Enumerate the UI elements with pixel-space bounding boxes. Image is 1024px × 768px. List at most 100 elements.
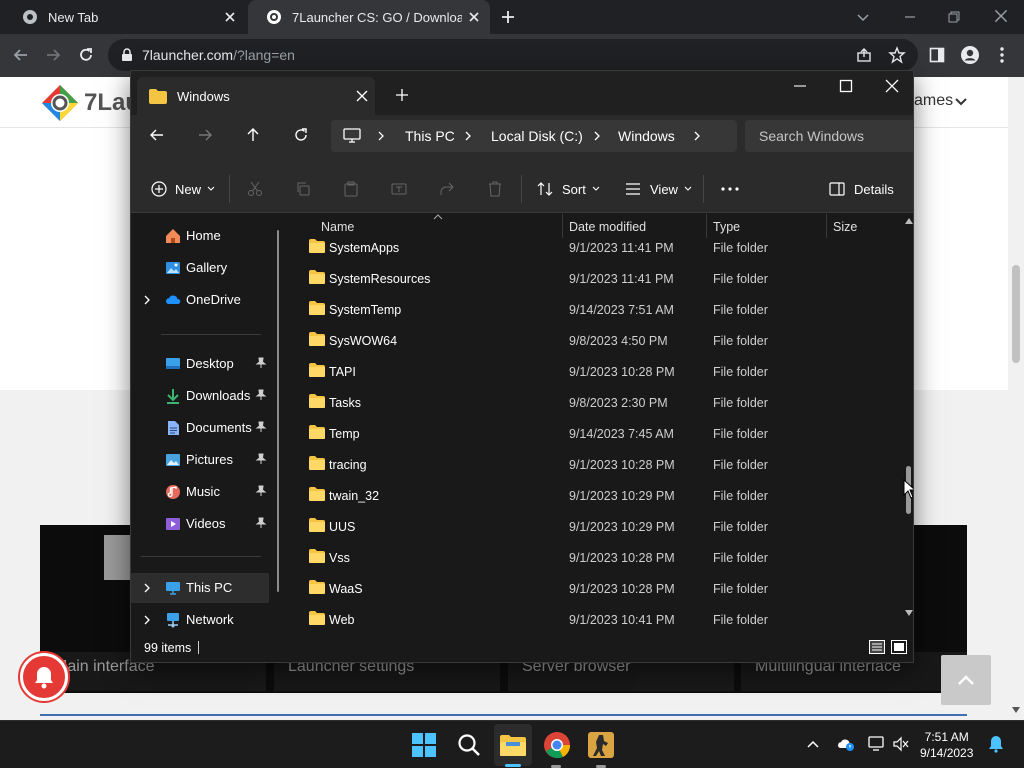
table-row[interactable]: SysWOW64 9/8/2023 4:50 PM File folder — [289, 325, 903, 356]
table-row[interactable]: WaaS 9/1/2023 10:28 PM File folder — [289, 573, 903, 604]
nav-item-pictures[interactable]: Pictures — [131, 445, 289, 475]
lock-icon[interactable] — [120, 48, 134, 62]
pin-icon[interactable] — [255, 357, 267, 369]
page-scrollbar[interactable] — [1008, 77, 1024, 720]
refresh-icon[interactable] — [293, 127, 309, 143]
site-logo-icon[interactable] — [40, 83, 80, 123]
page-scrollbar-thumb[interactable] — [1012, 265, 1020, 363]
table-row[interactable]: Tasks 9/8/2023 2:30 PM File folder — [289, 387, 903, 418]
chrome-menu-icon[interactable] — [996, 46, 1008, 64]
delete-icon[interactable] — [487, 181, 503, 197]
nav-item-videos[interactable]: Videos — [131, 509, 289, 539]
reload-icon[interactable] — [77, 46, 95, 64]
chevron-right-icon[interactable] — [693, 131, 701, 141]
breadcrumb-this-pc[interactable]: This PC — [405, 128, 455, 144]
file-list-scrollbar[interactable] — [903, 214, 913, 629]
search-icon[interactable] — [454, 730, 484, 760]
nav-item-gallery[interactable]: Gallery — [131, 253, 289, 283]
forward-arrow-icon[interactable] — [197, 127, 213, 143]
table-row[interactable]: SystemApps 9/1/2023 11:41 PM File folder — [289, 232, 903, 263]
nav-scrollbar[interactable] — [277, 230, 279, 592]
chevron-up-icon[interactable] — [806, 739, 820, 749]
restore-icon[interactable] — [946, 9, 962, 25]
rename-icon[interactable] — [391, 181, 407, 197]
pin-icon[interactable] — [255, 453, 267, 465]
chevron-right-icon[interactable] — [377, 131, 385, 141]
view-button[interactable]: View — [625, 165, 692, 213]
table-row[interactable]: Temp 9/14/2023 7:45 AM File folder — [289, 418, 903, 449]
close-tab-icon[interactable] — [466, 9, 482, 25]
table-row[interactable]: Vss 9/1/2023 10:28 PM File folder — [289, 542, 903, 573]
nav-item-this-pc[interactable]: This PC — [131, 573, 269, 603]
close-window-icon[interactable] — [884, 78, 900, 94]
browser-tab-new-tab[interactable]: New Tab — [4, 0, 246, 34]
details-view-icon[interactable] — [869, 640, 885, 654]
address-bar[interactable]: 7launcher.com/?lang=en — [108, 39, 918, 71]
scroll-up-arrow-icon[interactable] — [905, 218, 913, 224]
minimize-icon[interactable] — [902, 9, 918, 25]
expand-chevron-icon[interactable] — [141, 582, 153, 594]
pin-icon[interactable] — [255, 389, 267, 401]
pin-icon[interactable] — [255, 421, 267, 433]
new-tab-plus-icon[interactable] — [395, 88, 409, 102]
volume-muted-icon[interactable] — [892, 736, 910, 752]
copy-icon[interactable] — [295, 181, 311, 197]
table-row[interactable]: SystemTemp 9/14/2023 7:51 AM File folder — [289, 294, 903, 325]
table-row[interactable]: twain_32 9/1/2023 10:29 PM File folder — [289, 480, 903, 511]
csgo-launcher-icon[interactable] — [586, 730, 616, 760]
chrome-icon[interactable] — [542, 730, 572, 760]
scroll-down-arrow-icon[interactable] — [905, 610, 913, 616]
back-arrow-icon[interactable] — [12, 46, 30, 64]
network-monitor-icon[interactable] — [868, 736, 886, 752]
close-window-icon[interactable] — [992, 7, 1010, 25]
search-input[interactable]: Search Windows — [745, 120, 913, 152]
onedrive-status-icon[interactable] — [836, 736, 856, 752]
expand-chevron-icon[interactable] — [141, 294, 153, 306]
cut-icon[interactable] — [247, 181, 263, 197]
pin-icon[interactable] — [255, 517, 267, 529]
file-explorer-icon[interactable] — [498, 730, 528, 760]
paste-icon[interactable] — [343, 181, 359, 197]
nav-item-desktop[interactable]: Desktop — [131, 349, 289, 379]
tab-search-chevron-icon[interactable] — [855, 9, 871, 25]
chevron-right-icon[interactable] — [593, 131, 601, 141]
breadcrumb-windows[interactable]: Windows — [618, 128, 675, 144]
new-button[interactable]: New — [151, 165, 215, 213]
tiles-view-icon[interactable] — [891, 640, 907, 654]
close-tab-icon[interactable] — [355, 89, 369, 103]
table-row[interactable]: UUS 9/1/2023 10:29 PM File folder — [289, 511, 903, 542]
share-icon[interactable] — [439, 181, 455, 197]
details-button[interactable]: Details — [829, 165, 894, 213]
browser-tab-7launcher[interactable]: 7Launcher CS: GO / Download C — [248, 0, 490, 34]
notification-bell-icon[interactable] — [988, 735, 1004, 753]
notification-bell-button[interactable] — [20, 653, 68, 701]
site-nav-games[interactable]: ames — [914, 92, 953, 110]
scroll-to-top-button[interactable] — [941, 655, 991, 705]
profile-avatar-icon[interactable] — [960, 45, 980, 65]
nav-item-music[interactable]: Music — [131, 477, 289, 507]
expand-chevron-icon[interactable] — [141, 614, 153, 626]
nav-item-home[interactable]: Home — [131, 221, 289, 251]
explorer-tab-windows[interactable]: Windows — [137, 77, 375, 115]
table-row[interactable]: TAPI 9/1/2023 10:28 PM File folder — [289, 356, 903, 387]
share-icon[interactable] — [856, 47, 872, 63]
chevron-right-icon[interactable] — [464, 131, 472, 141]
back-arrow-icon[interactable] — [149, 127, 165, 143]
up-arrow-icon[interactable] — [245, 127, 261, 143]
forward-arrow-icon[interactable] — [44, 46, 62, 64]
nav-item-downloads[interactable]: Downloads — [131, 381, 289, 411]
maximize-icon[interactable] — [839, 79, 853, 93]
more-options-icon[interactable] — [721, 187, 739, 191]
bookmark-star-icon[interactable] — [888, 46, 906, 64]
pin-icon[interactable] — [255, 485, 267, 497]
system-clock[interactable]: 7:51 AM 9/14/2023 — [920, 729, 973, 761]
new-tab-plus-icon[interactable] — [500, 9, 516, 25]
breadcrumb[interactable]: This PC Local Disk (C:) Windows — [331, 120, 737, 152]
table-row[interactable]: tracing 9/1/2023 10:28 PM File folder — [289, 449, 903, 480]
breadcrumb-local-disk[interactable]: Local Disk (C:) — [491, 128, 583, 144]
windows-start-icon[interactable] — [409, 730, 439, 760]
scroll-down-arrow-icon[interactable] — [1012, 707, 1020, 713]
sort-button[interactable]: Sort — [537, 165, 600, 213]
close-tab-icon[interactable] — [222, 9, 238, 25]
nav-item-documents[interactable]: Documents — [131, 413, 289, 443]
